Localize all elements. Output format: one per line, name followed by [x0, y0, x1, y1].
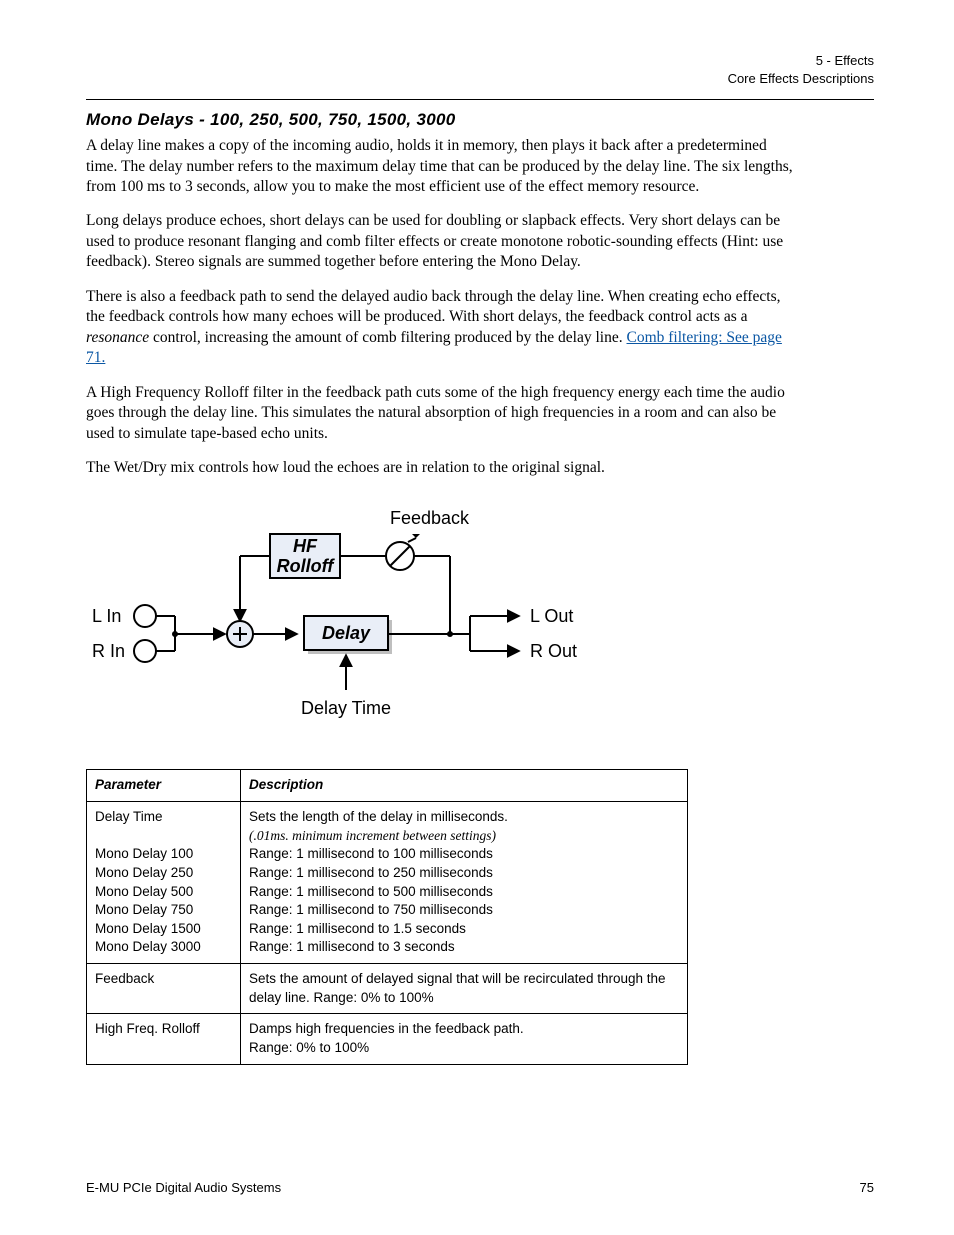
feedback-label: Feedback: [390, 508, 470, 528]
hf-label: HF: [293, 536, 318, 556]
parameter-table: Parameter Description Delay Time Sets th…: [86, 769, 688, 1064]
table-row: Mono Delay 500 Range: 1 millisecond to 5…: [87, 883, 688, 902]
cell-param: Mono Delay 100: [87, 845, 241, 864]
rolloff-label: Rolloff: [277, 556, 336, 576]
paragraph-3: There is also a feedback path to send th…: [86, 287, 796, 369]
paragraph-5: The Wet/Dry mix controls how loud the ec…: [86, 458, 796, 478]
table-row: High Freq. Rolloff Damps high frequencie…: [87, 1014, 688, 1064]
paragraph-1: A delay line makes a copy of the incomin…: [86, 136, 796, 197]
paragraph-4: A High Frequency Rolloff filter in the f…: [86, 383, 796, 444]
cell-desc: Range: 1 millisecond to 1.5 seconds: [241, 920, 688, 939]
table-row: Mono Delay 3000 Range: 1 millisecond to …: [87, 938, 688, 963]
r-in-node-icon: [134, 640, 156, 662]
table-row: Mono Delay 100 Range: 1 millisecond to 1…: [87, 845, 688, 864]
cell-desc: Range: 1 millisecond to 100 milliseconds: [241, 845, 688, 864]
cell-param: Mono Delay 250: [87, 864, 241, 883]
cell-param: High Freq. Rolloff: [87, 1014, 241, 1064]
cell-param: Mono Delay 3000: [87, 938, 241, 963]
page-number: 75: [860, 1180, 874, 1195]
r-in-label: R In: [92, 641, 125, 661]
l-in-node-icon: [134, 605, 156, 627]
p3-text-a: There is also a feedback path to send th…: [86, 288, 781, 325]
cell-desc: Damps high frequencies in the feedback p…: [241, 1014, 688, 1064]
l-in-label: L In: [92, 606, 121, 626]
p3-em: resonance: [86, 329, 149, 346]
page-title: Mono Delays - 100, 250, 500, 750, 1500, …: [86, 110, 874, 130]
cell-param: Delay Time: [87, 802, 241, 846]
signal-flow-diagram: Feedback HF Rolloff L In R In: [90, 504, 874, 739]
p3-text-c: control, increasing the amount of comb f…: [149, 329, 626, 346]
table-row: Mono Delay 250 Range: 1 millisecond to 2…: [87, 864, 688, 883]
cell-desc: Sets the amount of delayed signal that w…: [241, 964, 688, 1014]
header-meta: 5 - Effects Core Effects Descriptions: [86, 52, 874, 87]
cell-desc: Range: 1 millisecond to 250 milliseconds: [241, 864, 688, 883]
cell-desc: Range: 1 millisecond to 500 milliseconds: [241, 883, 688, 902]
cell-param: Mono Delay 500: [87, 883, 241, 902]
table-row: Delay Time Sets the length of the delay …: [87, 802, 688, 846]
divider: [86, 99, 874, 100]
cell-desc: Range: 1 millisecond to 3 seconds: [241, 938, 688, 963]
cell-desc: Range: 1 millisecond to 750 milliseconds: [241, 901, 688, 920]
table-row: Feedback Sets the amount of delayed sign…: [87, 964, 688, 1014]
table-row: Mono Delay 750 Range: 1 millisecond to 7…: [87, 901, 688, 920]
delay-label: Delay: [322, 623, 371, 643]
col-description: Description: [241, 770, 688, 802]
diagram-svg: Feedback HF Rolloff L In R In: [90, 504, 610, 734]
chapter-label: 5 - Effects: [86, 52, 874, 70]
paragraph-2: Long delays produce echoes, short delays…: [86, 211, 796, 272]
page: 5 - Effects Core Effects Descriptions Mo…: [0, 0, 954, 1235]
cell-desc: Sets the length of the delay in millisec…: [241, 802, 688, 846]
r-out-label: R Out: [530, 641, 577, 661]
delay-time-label: Delay Time: [301, 698, 391, 718]
col-parameter: Parameter: [87, 770, 241, 802]
table-row: Mono Delay 1500 Range: 1 millisecond to …: [87, 920, 688, 939]
table-header-row: Parameter Description: [87, 770, 688, 802]
footer-left: E-MU PCIe Digital Audio Systems: [86, 1180, 281, 1195]
l-out-label: L Out: [530, 606, 573, 626]
section-label: Core Effects Descriptions: [86, 70, 874, 88]
cell-param: Mono Delay 1500: [87, 920, 241, 939]
cell-param: Mono Delay 750: [87, 901, 241, 920]
footer: E-MU PCIe Digital Audio Systems 75: [86, 1180, 874, 1195]
cell-param: Feedback: [87, 964, 241, 1014]
